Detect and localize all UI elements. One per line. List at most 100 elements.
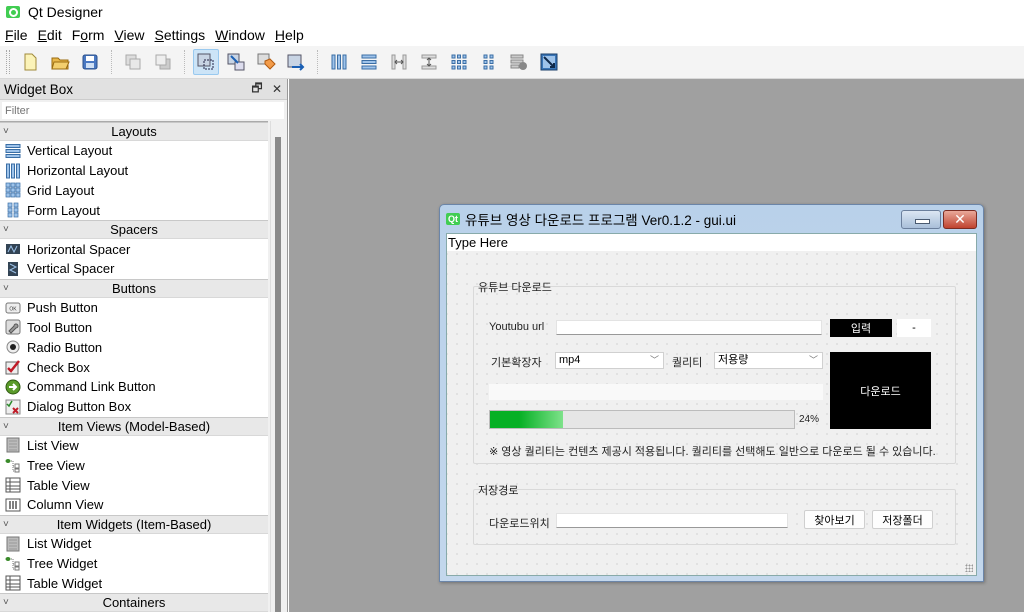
widget-item-form-layout[interactable]: Form Layout [0,200,268,220]
layout-horizontal-splitter-icon [391,54,407,70]
category-item-widgets-item-based[interactable]: ˅ Item Widgets (Item-Based) [0,514,268,534]
chevron-down-icon: ˅ [3,518,9,530]
widget-item-label: Dialog Button Box [27,399,132,415]
form-window-title-bar[interactable]: Qt 유튜브 영상 다운로드 프로그램 Ver0.1.2 - gui.ui ✕ [440,205,983,233]
widget-item-tool-button[interactable]: Tool Button [0,318,268,338]
download-button[interactable]: 다운로드 [830,352,931,429]
browse-button[interactable]: 찾아보기 [804,510,865,529]
chevron-down-icon: ﹀ [649,355,659,365]
category-layouts[interactable]: ˅ Layouts [0,122,268,141]
category-buttons[interactable]: ˅ Buttons [0,278,268,298]
close-icon: ✕ [954,210,966,227]
menu-edit[interactable]: Edit [33,24,67,46]
widget-item-horizontal-layout[interactable]: Horizontal Layout [0,161,268,181]
close-panel-icon[interactable]: ✕ [267,82,287,96]
quality-combo[interactable]: 저용량 ﹀ [714,352,823,369]
size-grip[interactable] [965,564,973,572]
input-button[interactable]: 입력 [830,319,892,337]
category-spacers[interactable]: ˅ Spacers [0,220,268,240]
widget-item-dialog-button-box[interactable]: Dialog Button Box [0,397,268,417]
widget-box-title: Widget Box [4,81,74,97]
widget-item-column-view[interactable]: Column View [0,495,268,515]
extension-combo[interactable]: mp4 ﹀ [555,352,664,369]
menu-settings[interactable]: Settings [150,24,211,46]
layout-horizontal-button[interactable] [326,49,352,75]
float-panel-icon[interactable]: 🗗 [247,79,267,100]
qt-designer-logo-icon [6,6,20,18]
group-save-title: 저장경로 [478,485,519,497]
menu-help-mnemonic: H [274,27,286,43]
edit-signals-slots-icon [227,53,245,71]
widget-item-check-box[interactable]: Check Box [0,357,268,377]
category-item-views-model-based[interactable]: ˅ Item Views (Model-Based) [0,416,268,436]
bring-to-front-button[interactable] [150,49,176,75]
dash-button[interactable]: - [897,319,931,337]
check-box-icon [5,359,21,375]
form-menubar-type-here[interactable]: Type Here [447,234,976,251]
download-location-input[interactable] [556,513,788,528]
widget-item-tree-view[interactable]: Tree View [0,455,268,475]
widget-item-label: List Widget [27,536,92,552]
scrollbar-thumb[interactable] [275,137,281,612]
edit-signals-slots-button[interactable] [223,49,249,75]
widget-item-table-view[interactable]: Table View [0,475,268,495]
edit-widgets-button[interactable] [193,49,219,75]
widget-item-push-button[interactable]: OK Push Button [0,298,268,318]
save-folder-button[interactable]: 저장폴더 [872,510,933,529]
chevron-down-icon: ˅ [3,597,9,609]
new-form-button[interactable] [17,49,43,75]
widget-item-command-link-button[interactable]: Command Link Button [0,377,268,397]
widget-item-table-widget[interactable]: Table Widget [0,573,268,593]
menu-file[interactable]: File [0,24,33,46]
horizontal-layout-icon [5,163,21,179]
widget-item-horizontal-spacer[interactable]: Horizontal Spacer [0,239,268,259]
break-layout-button[interactable] [506,49,532,75]
menu-file-mnemonic: F [5,27,14,43]
close-button[interactable]: ✕ [943,209,977,229]
widget-item-tree-widget[interactable]: Tree Widget [0,554,268,574]
qt-badge-icon: Qt [446,213,460,225]
menu-view[interactable]: View [109,24,149,46]
widget-item-vertical-layout[interactable]: Vertical Layout [0,141,268,161]
send-to-back-button[interactable] [120,49,146,75]
menu-form[interactable]: Form [67,24,110,46]
minimize-button[interactable] [901,209,941,229]
layout-form-button[interactable] [476,49,502,75]
menu-window-mnemonic: W [215,27,229,43]
toolbar-separator [111,50,112,74]
widget-item-label: Radio Button [27,339,103,355]
extension-label: 기본확장자 [491,357,542,369]
url-input[interactable] [556,320,822,335]
svg-text:OK: OK [9,306,17,312]
layout-vertical-splitter-button[interactable] [416,49,442,75]
edit-tab-order-button[interactable] [283,49,309,75]
widget-list-scrollbar[interactable] [270,121,286,612]
widget-item-radio-button[interactable]: Radio Button [0,337,268,357]
menu-window[interactable]: Window [210,24,270,46]
category-containers[interactable]: ˅ Containers [0,593,268,612]
menu-help[interactable]: Help [270,24,309,46]
edit-buddies-button[interactable] [253,49,279,75]
layout-grid-button[interactable] [446,49,472,75]
app-title: Qt Designer [28,4,103,20]
widget-item-vertical-spacer[interactable]: Vertical Spacer [0,259,268,279]
group-download-title: 유튜브 다운로드 [478,282,552,294]
adjust-size-button[interactable] [536,49,562,75]
widget-item-label: Tool Button [27,319,93,335]
layout-horizontal-icon [331,54,347,70]
save-form-button[interactable] [77,49,103,75]
toolbar-separator [184,50,185,74]
widget-item-list-widget[interactable]: List Widget [0,534,268,554]
form-window-caption: 유튜브 영상 다운로드 프로그램 Ver0.1.2 - gui.ui [465,213,737,228]
widget-item-label: Table Widget [27,575,103,591]
toolbar-grip[interactable] [6,50,10,74]
widget-item-grid-layout[interactable]: Grid Layout [0,181,268,201]
widget-item-label: Tree Widget [27,555,98,571]
widget-filter-input[interactable] [2,102,284,119]
menu-help-label: elp [285,27,304,43]
widget-item-list-view[interactable]: List View [0,436,268,456]
layout-horizontal-splitter-button[interactable] [386,49,412,75]
open-form-button[interactable] [47,49,73,75]
edit-buddies-icon [257,53,276,70]
layout-vertical-button[interactable] [356,49,382,75]
